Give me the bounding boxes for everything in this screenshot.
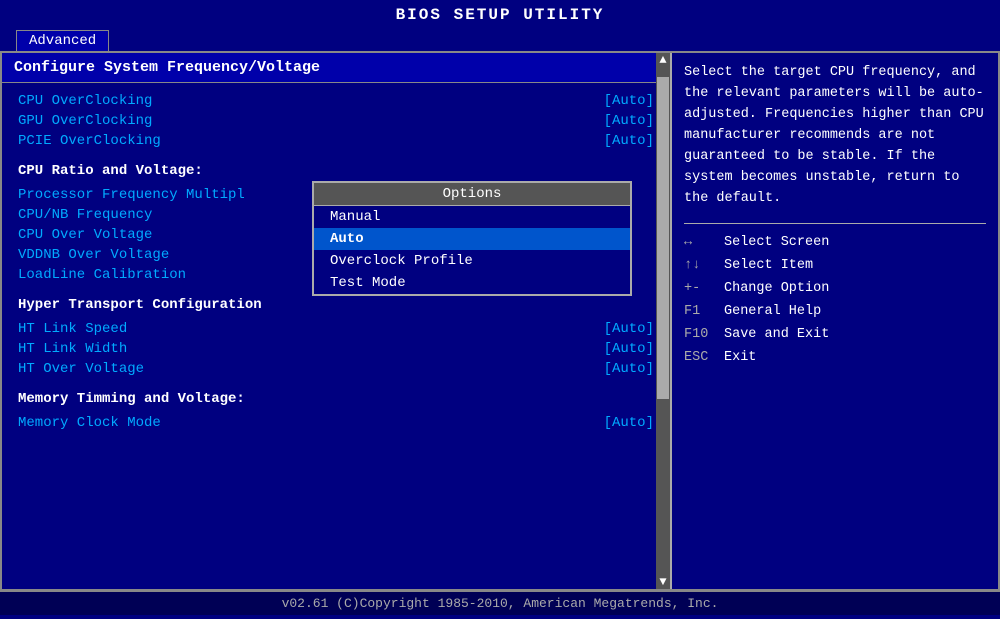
key-label: ↔	[684, 233, 716, 254]
scrollbar-thumb[interactable]	[657, 77, 669, 399]
scroll-down-arrow[interactable]: ▼	[659, 575, 666, 589]
section4-title: Memory Timming and Voltage:	[2, 383, 670, 409]
tab-row: Advanced	[0, 28, 1000, 51]
key-help-row: ↔ Select Screen	[684, 232, 986, 255]
dropdown-popup[interactable]: Options Manual Auto Overclock Profile Te…	[312, 181, 632, 296]
help-text: Select the target CPU frequency, and the…	[684, 63, 986, 209]
right-panel: Select the target CPU frequency, and the…	[672, 53, 998, 589]
dropdown-item-auto[interactable]: Auto	[314, 228, 630, 250]
key-label: F10	[684, 325, 716, 346]
title-bar: BIOS SETUP UTILITY	[0, 0, 1000, 28]
key-help-row: F10 Save and Exit	[684, 324, 986, 347]
key-desc: Change Option	[724, 279, 829, 300]
key-label: +-	[684, 279, 716, 300]
setting-row[interactable]: CPU OverClocking [Auto]	[2, 91, 670, 111]
setting-row[interactable]: HT Link Speed [Auto]	[2, 319, 670, 339]
dropdown-item-overclock-profile[interactable]: Overclock Profile	[314, 250, 630, 272]
dropdown-item-test-mode[interactable]: Test Mode	[314, 272, 630, 294]
content-area: ▲ ▼ Configure System Frequency/Voltage C…	[0, 51, 1000, 591]
section2-title: CPU Ratio and Voltage:	[2, 155, 670, 181]
tab-advanced[interactable]: Advanced	[16, 30, 109, 51]
main-container: Advanced ▲ ▼ Configure System Frequency/…	[0, 28, 1000, 615]
key-help-section: ↔ Select Screen ↑↓ Select Item +- Change…	[684, 223, 986, 370]
setting-row[interactable]: PCIE OverClocking [Auto]	[2, 131, 670, 151]
setting-row[interactable]: GPU OverClocking [Auto]	[2, 111, 670, 131]
settings-group3: HT Link Speed [Auto] HT Link Width [Auto…	[2, 315, 670, 383]
dropdown-title: Options	[314, 183, 630, 206]
app-title: BIOS SETUP UTILITY	[396, 6, 605, 24]
dropdown-item-manual[interactable]: Manual	[314, 206, 630, 228]
key-desc: General Help	[724, 302, 821, 323]
scroll-up-arrow[interactable]: ▲	[659, 53, 666, 67]
setting-row[interactable]: Memory Clock Mode [Auto]	[2, 413, 670, 433]
section-header: Configure System Frequency/Voltage	[2, 53, 670, 83]
key-label: ESC	[684, 348, 716, 369]
key-label: ↑↓	[684, 256, 716, 277]
key-label: F1	[684, 302, 716, 323]
key-help-row: ESC Exit	[684, 347, 986, 370]
key-help-row: +- Change Option	[684, 278, 986, 301]
settings-group1: CPU OverClocking [Auto] GPU OverClocking…	[2, 87, 670, 155]
key-help-row: F1 General Help	[684, 301, 986, 324]
key-desc: Save and Exit	[724, 325, 829, 346]
key-help-row: ↑↓ Select Item	[684, 255, 986, 278]
key-desc: Select Item	[724, 256, 813, 277]
scrollbar: ▲ ▼	[656, 53, 670, 589]
left-panel: ▲ ▼ Configure System Frequency/Voltage C…	[2, 53, 672, 589]
footer: v02.61 (C)Copyright 1985-2010, American …	[0, 591, 1000, 615]
settings-group4: Memory Clock Mode [Auto]	[2, 409, 670, 437]
setting-row[interactable]: HT Over Voltage [Auto]	[2, 359, 670, 379]
key-desc: Select Screen	[724, 233, 829, 254]
key-desc: Exit	[724, 348, 756, 369]
setting-row[interactable]: HT Link Width [Auto]	[2, 339, 670, 359]
